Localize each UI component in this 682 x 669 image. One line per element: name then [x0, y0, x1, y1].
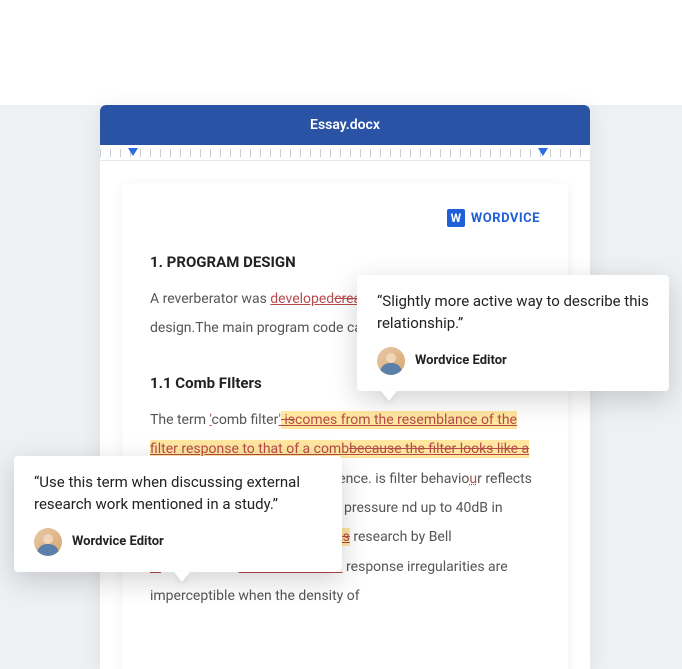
heading-1: 1. PROGRAM DESIGN [150, 253, 540, 271]
titlebar: Essay.docx [100, 105, 590, 145]
comment-text: “Slightly more active way to describe th… [377, 291, 649, 335]
text: The term [150, 412, 209, 428]
text: comb filter [212, 412, 279, 428]
author-name: Wordvice Editor [72, 534, 164, 549]
ruler[interactable] [100, 145, 590, 161]
comment-author: Wordvice Editor [377, 347, 649, 375]
brand-name: WORDVICE [471, 211, 540, 226]
comment-bubble[interactable]: “Use this term when discussing external … [14, 456, 342, 572]
spelling-mark: u [469, 471, 477, 487]
comment-author: Wordvice Editor [34, 528, 322, 556]
author-name: Wordvice Editor [415, 353, 507, 368]
text: A reverberator was [150, 291, 270, 307]
avatar [34, 528, 62, 556]
avatar [377, 347, 405, 375]
comment-bubble[interactable]: “Slightly more active way to describe th… [357, 275, 669, 391]
text: research by Bell [350, 529, 452, 545]
pointer-icon [174, 572, 190, 582]
brand: W WORDVICE [150, 209, 540, 227]
comment-text: “Use this term when discussing external … [34, 472, 322, 516]
document-filename: Essay.docx [310, 117, 380, 133]
page: W WORDVICE 1. PROGRAM DESIGN A reverbera… [122, 183, 568, 669]
deletion: is [281, 411, 295, 429]
brand-icon: W [447, 209, 465, 227]
text: is filter behavio [375, 471, 469, 487]
text: design.The main program code can [150, 320, 370, 336]
insertion: developed [270, 291, 334, 307]
pointer-icon [381, 391, 397, 401]
